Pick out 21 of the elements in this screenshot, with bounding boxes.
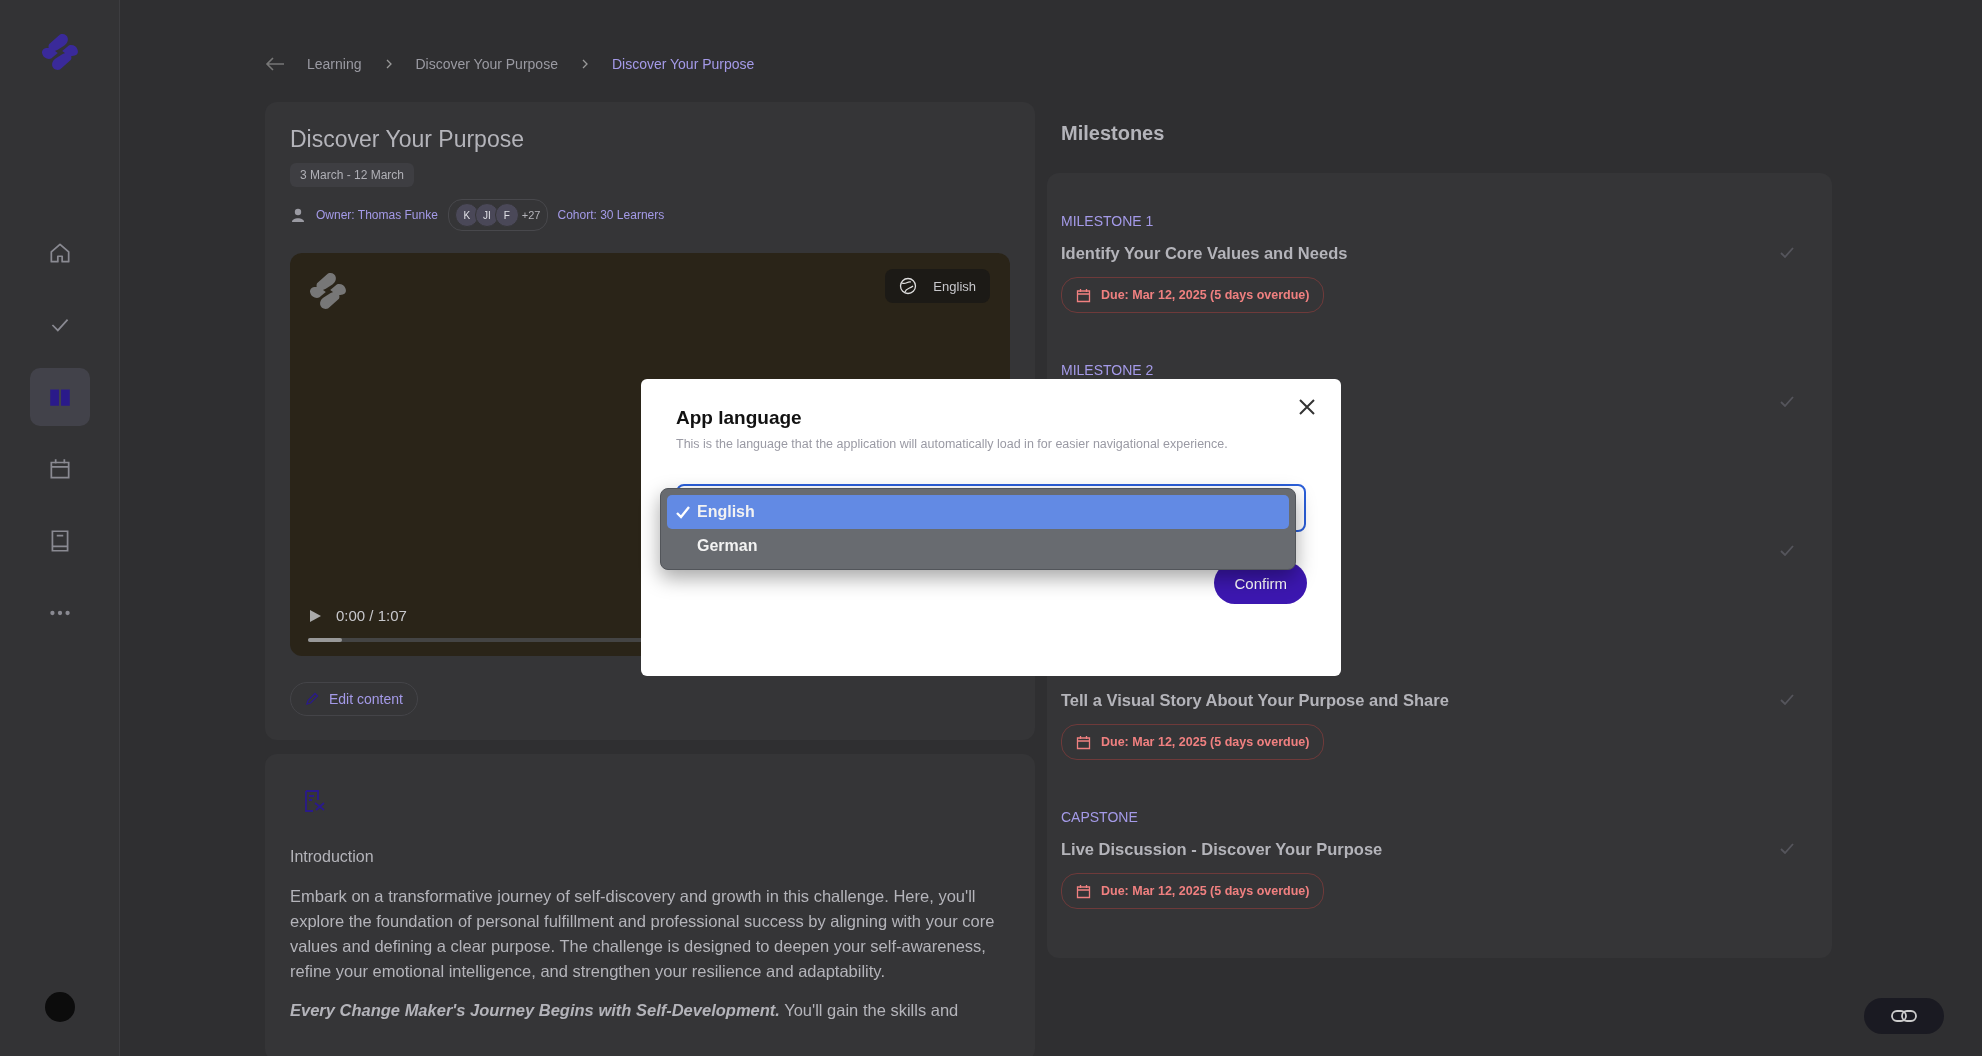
dialog-description: This is the language that the application will automatically load in for easier navigational experience. xyxy=(676,437,1229,451)
video-time: 0:00 / 1:07 xyxy=(336,607,407,624)
dialog-title: App language xyxy=(676,407,803,429)
owner-label: Owner: Thomas Funke xyxy=(316,208,438,222)
introduction-text: Every Change Maker's Journey Begins with Self-Development. You'll gain the skills and xyxy=(290,1000,960,1021)
member-avatar: JI xyxy=(474,203,499,227)
due-date-badge: Due: Mar 12, 2025 (5 days overdue) xyxy=(1061,724,1325,760)
introduction-text: Embark on a transformative journey of self-discovery and growth in this challenge. Here, you'll explore the foundation of personal fulfillment and professional success by aligning with your core values and defining a clear purpose. The challenge is designed to deepen your self-awareness, refine your emotional intelligence, and strengthen your resilience and adaptability. xyxy=(290,886,996,982)
milestone-label: MILESTONE 1 xyxy=(1061,213,1155,229)
due-date-badge: Due: Mar 12, 2025 (5 days overdue) xyxy=(1061,873,1325,909)
member-count: +27 xyxy=(521,209,541,221)
section-heading: Introduction xyxy=(290,848,375,866)
due-date-badge: Due: Mar 12, 2025 (5 days overdue) xyxy=(1061,277,1325,313)
challenge-title: Discover Your Purpose xyxy=(290,126,525,153)
milestones-heading: Milestones xyxy=(1060,121,1166,146)
milestone-label: MILESTONE 2 xyxy=(1061,362,1155,378)
cohort-label: Cohort: 30 Learners xyxy=(557,208,665,222)
member-avatar: K xyxy=(454,203,479,227)
date-range: 3 March - 12 March xyxy=(290,163,415,187)
member-avatar: F xyxy=(494,203,519,227)
milestone-label: CAPSTONE xyxy=(1061,809,1139,825)
